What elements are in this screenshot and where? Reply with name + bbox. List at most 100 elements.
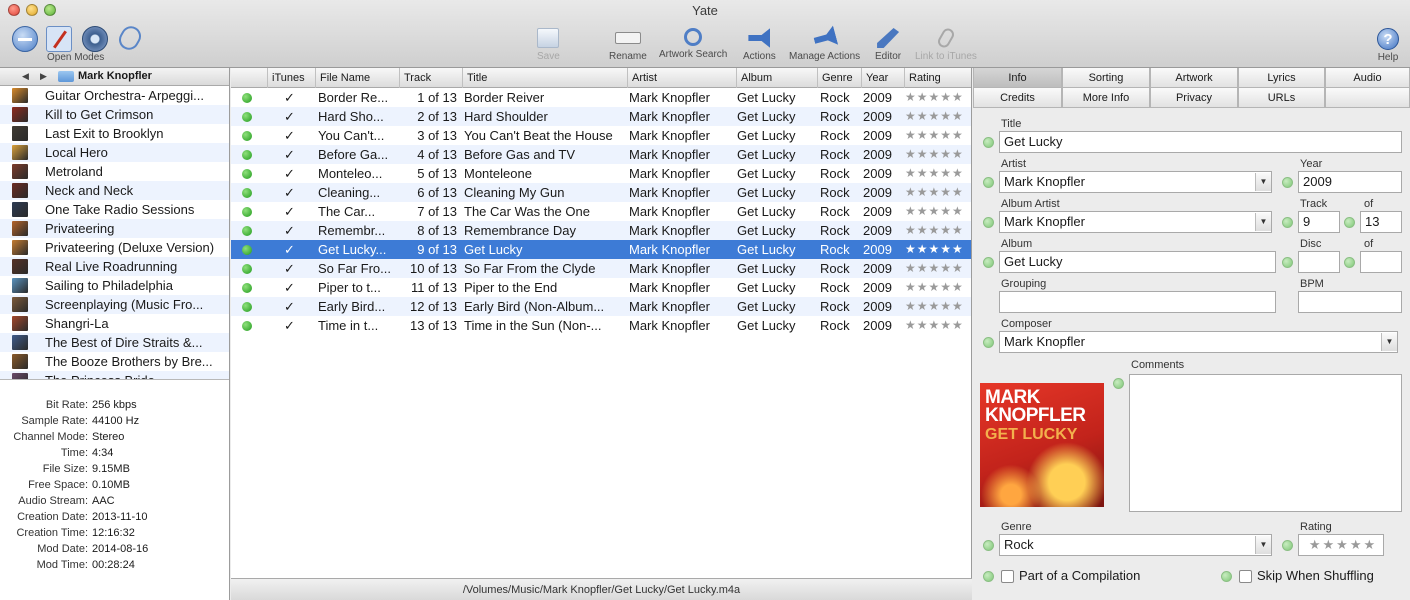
column-header[interactable]: iTunes	[267, 68, 315, 88]
album-list-item[interactable]: Kill to Get Crimson	[0, 105, 229, 124]
magnifier-icon	[684, 28, 703, 46]
genre-cell: Rock	[820, 109, 850, 124]
album-list-item[interactable]: Last Exit to Brooklyn	[0, 124, 229, 143]
disc-total-field[interactable]	[1360, 251, 1402, 273]
artwork-search-button[interactable]: Artwork Search	[659, 28, 727, 60]
tab-urls[interactable]: URLs	[1238, 88, 1325, 108]
back-arrow-icon[interactable]: ◀	[22, 71, 29, 82]
album-list-item[interactable]: The Booze Brothers by Bre...	[0, 352, 229, 371]
tab-credits[interactable]: Credits	[973, 88, 1062, 108]
paperclip-icon[interactable]	[115, 22, 145, 54]
table-row[interactable]: ✓ You Can't... 3 of 13 You Can't Beat the H…	[231, 126, 971, 145]
table-row[interactable]: ✓ The Car... 7 of 13 The Car Was the One Mar…	[231, 202, 971, 221]
property-value: Stereo	[92, 431, 125, 443]
tab-info[interactable]: Info	[973, 68, 1062, 88]
album-list-item[interactable]: Real Live Roadrunning	[0, 257, 229, 276]
album-list-item[interactable]: Privateering	[0, 219, 229, 238]
album-list-item[interactable]: Shangri-La	[0, 314, 229, 333]
album-list-item[interactable]: The Best of Dire Straits &...	[0, 333, 229, 352]
tab-sorting[interactable]: Sorting	[1062, 68, 1150, 88]
table-row[interactable]: ✓ Time in t... 13 of 13 Time in the Sun (No…	[231, 316, 971, 335]
album-list-item[interactable]: One Take Radio Sessions	[0, 200, 229, 219]
album-list-item[interactable]: Guitar Orchestra- Arpeggi...	[0, 86, 229, 105]
status-dot-icon	[242, 226, 252, 236]
breadcrumb-current[interactable]: Mark Knopfler	[78, 70, 152, 82]
table-row[interactable]: ✓ Cleaning... 6 of 13 Cleaning My Gun Mark K…	[231, 183, 971, 202]
column-header[interactable]: File Name	[315, 68, 399, 88]
column-header[interactable]: Artist	[627, 68, 736, 88]
table-row[interactable]: ✓ Before Ga... 4 of 13 Before Gas and TV Mar…	[231, 145, 971, 164]
rating-stars[interactable]: ★★★★★	[1298, 534, 1384, 556]
tab-more-info[interactable]: More Info	[1062, 88, 1150, 108]
help-button[interactable]: ? Help	[1377, 28, 1399, 63]
skip-shuffling-checkbox[interactable]	[1239, 570, 1252, 583]
chevron-down-icon[interactable]: ▼	[1381, 333, 1397, 351]
table-row[interactable]: ✓ Hard Sho... 2 of 13 Hard Shoulder Mark Kno…	[231, 107, 971, 126]
megaphone-gear-icon	[811, 25, 837, 50]
album-artwork[interactable]: MARK KNOPFLER GET LUCKY	[980, 383, 1104, 507]
column-header[interactable]: Track	[399, 68, 462, 88]
manage-actions-button[interactable]: Manage Actions	[789, 28, 860, 62]
rename-button[interactable]: Rename	[609, 28, 647, 62]
track-number-field[interactable]: 9	[1298, 211, 1340, 233]
album-list-item[interactable]: Sailing to Philadelphia	[0, 276, 229, 295]
title-label: Title	[1001, 118, 1022, 130]
table-row[interactable]: ✓ Border Re... 1 of 13 Border Reiver Mark Kn…	[231, 88, 971, 107]
column-header[interactable]: Year	[861, 68, 904, 88]
chevron-down-icon[interactable]: ▼	[1255, 173, 1271, 191]
track-table-body[interactable]: ✓ Border Re... 1 of 13 Border Reiver Mark Kn…	[231, 88, 971, 335]
save-button[interactable]: Save	[537, 28, 560, 62]
table-row[interactable]: ✓ Early Bird... 12 of 13 Early Bird (Non-Al…	[231, 297, 971, 316]
track-total-field[interactable]: 13	[1360, 211, 1402, 233]
album-list-item[interactable]: Neck and Neck	[0, 181, 229, 200]
compilation-checkbox[interactable]	[1001, 570, 1014, 583]
comments-textarea[interactable]	[1129, 374, 1402, 512]
table-row[interactable]: ✓ So Far Fro... 10 of 13 So Far From the Cl…	[231, 259, 971, 278]
chevron-down-icon[interactable]: ▼	[1255, 536, 1271, 554]
year-field[interactable]: 2009	[1298, 171, 1402, 193]
album-list-item[interactable]: Local Hero	[0, 143, 229, 162]
album-list-item[interactable]: Metroland	[0, 162, 229, 181]
status-dot-icon	[242, 93, 252, 103]
minus-circle-icon[interactable]	[12, 26, 38, 52]
table-row[interactable]: ✓ Monteleo... 5 of 13 Monteleone Mark Knopfl…	[231, 164, 971, 183]
composer-combo[interactable]: Mark Knopfler	[999, 331, 1398, 353]
table-row[interactable]: ✓ Piper to t... 11 of 13 Piper to the End Ma…	[231, 278, 971, 297]
column-header[interactable]	[231, 68, 267, 88]
album-artist-combo[interactable]: Mark Knopfler	[999, 211, 1272, 233]
tab-privacy[interactable]: Privacy	[1150, 88, 1238, 108]
album-list-item[interactable]: The Princess Bride	[0, 371, 229, 379]
album-thumbnail	[12, 297, 28, 312]
column-header[interactable]: Title	[462, 68, 627, 88]
grouping-field[interactable]	[999, 291, 1276, 313]
bpm-field[interactable]	[1298, 291, 1402, 313]
forward-arrow-icon[interactable]: ▶	[40, 71, 47, 82]
chevron-down-icon[interactable]: ▼	[1255, 213, 1271, 231]
table-row[interactable]: ✓ Remembr... 8 of 13 Remembrance Day Mark Kn…	[231, 221, 971, 240]
artist-combo[interactable]: Mark Knopfler	[999, 171, 1272, 193]
track-cell: 1 of 13	[417, 90, 457, 105]
album-field[interactable]: Get Lucky	[999, 251, 1276, 273]
tab-artwork[interactable]: Artwork	[1150, 68, 1238, 88]
status-dot	[1282, 540, 1293, 551]
edit-mode-icon[interactable]	[46, 26, 72, 52]
album-list-item[interactable]: Screenplaying (Music Fro...	[0, 295, 229, 314]
link-to-itunes-button[interactable]: Link to iTunes	[915, 26, 977, 62]
status-dot	[983, 177, 994, 188]
tab-audio[interactable]: Audio	[1325, 68, 1410, 88]
column-header[interactable]: Genre	[817, 68, 861, 88]
genre-combo[interactable]: Rock	[999, 534, 1272, 556]
title-field[interactable]: Get Lucky	[999, 131, 1402, 153]
table-row[interactable]: ✓ Get Lucky... 9 of 13 Get Lucky Mark Knopfl…	[231, 240, 971, 259]
tab-lyrics[interactable]: Lyrics	[1238, 68, 1325, 88]
column-header[interactable]: Album	[736, 68, 817, 88]
actions-button[interactable]: Actions	[743, 28, 776, 62]
disc-icon[interactable]	[82, 26, 108, 52]
editor-button[interactable]: Editor	[875, 28, 901, 62]
column-header[interactable]: Rating	[904, 68, 972, 88]
album-list[interactable]: Guitar Orchestra- Arpeggi... Kill to Get …	[0, 86, 229, 380]
track-cell: 12 of 13	[410, 299, 457, 314]
year-cell: 2009	[863, 147, 892, 162]
album-list-item[interactable]: Privateering (Deluxe Version)	[0, 238, 229, 257]
disc-number-field[interactable]	[1298, 251, 1340, 273]
